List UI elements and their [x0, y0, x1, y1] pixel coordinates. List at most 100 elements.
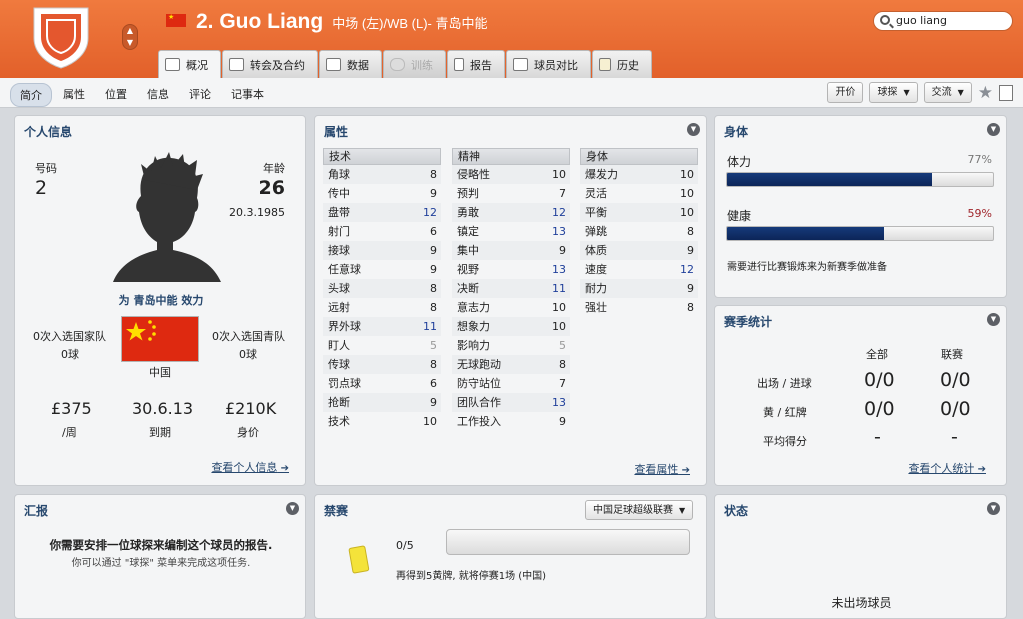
chevron-down-icon: ▼ [679, 506, 686, 515]
attribute-row: 盯人 5 [323, 336, 441, 355]
attribute-row: 意志力 10 [452, 298, 570, 317]
attribute-row: 影响力 5 [452, 336, 570, 355]
tab-history[interactable]: 历史 [592, 50, 652, 78]
attribute-value: 5 [559, 339, 566, 352]
attribute-name: 想象力 [457, 320, 490, 333]
mental-attributes: 精神 侵略性 10 预判 7 勇敢 12 镇定 13 集中 9 视野 13 决断 11 意志力 10 想象力 10… [452, 148, 570, 431]
panel-menu-icon[interactable]: ▼ [987, 123, 1000, 136]
player-position-club[interactable]: 中场 (左)/WB (L)- 青岛中能 [332, 16, 487, 31]
subnav-notebook[interactable]: 记事本 [222, 83, 273, 107]
attribute-row: 强壮 8 [580, 298, 698, 317]
attribute-name: 抢断 [328, 396, 350, 409]
attribute-row: 传中 9 [323, 184, 441, 203]
compare-icon [513, 58, 528, 71]
tab-stats[interactable]: 数据 [319, 50, 382, 78]
attribute-name: 传球 [328, 358, 350, 371]
tab-label: 概况 [186, 58, 208, 72]
report-hint: 你可以通过 "球探" 菜单来完成这项任务. [71, 558, 251, 569]
arrow-right-icon: ➔ [974, 464, 986, 475]
chevron-down-icon: ▼ [903, 88, 910, 97]
bid-label: 开价 [835, 87, 856, 98]
panel-menu-icon[interactable]: ▼ [987, 313, 1000, 326]
attribute-row: 视野 13 [452, 260, 570, 279]
panel-title: 身体 [724, 125, 749, 139]
interact-dropdown[interactable]: 交流 ▼ [923, 82, 972, 103]
health-bar [726, 226, 994, 241]
attribute-row: 决断 11 [452, 279, 570, 298]
attribute-row: 预判 7 [452, 184, 570, 203]
yellow-card-count: 0/5 [396, 539, 414, 552]
attribute-name: 盘带 [328, 206, 350, 219]
attribute-name: 速度 [585, 263, 607, 276]
panel-menu-icon[interactable]: ▼ [687, 123, 700, 136]
subnav-attributes[interactable]: 属性 [54, 83, 94, 107]
attribute-value: 12 [423, 206, 437, 219]
arrow-right-icon: ➔ [277, 463, 289, 474]
attribute-value: 9 [430, 244, 437, 257]
notes-icon[interactable] [999, 84, 1013, 101]
view-personal-info-link[interactable]: 查看个人信息 ➔ [211, 459, 289, 475]
attribute-row: 集中 9 [452, 241, 570, 260]
search-input[interactable]: guo liang [873, 11, 1013, 31]
attribute-name: 任意球 [328, 263, 361, 276]
subnav-comments[interactable]: 评论 [180, 83, 220, 107]
china-flag-stars [126, 320, 156, 341]
tab-compare[interactable]: 球员对比 [506, 50, 591, 78]
report-icon [454, 58, 464, 71]
expiry-label: 到期 [149, 426, 171, 439]
nation-name[interactable]: 中国 [149, 364, 171, 380]
attribute-value: 9 [430, 263, 437, 276]
attribute-name: 盯人 [328, 339, 350, 352]
contract-expiry: 30.6.13 [132, 399, 194, 418]
attribute-value: 13 [552, 263, 566, 276]
report-message: 你需要安排一位球探来编制这个球员的报告. [49, 538, 273, 552]
subnav-info[interactable]: 信息 [138, 83, 178, 107]
attribute-value: 11 [423, 320, 437, 333]
attribute-name: 射门 [328, 225, 350, 238]
scout-dropdown[interactable]: 球探 ▼ [869, 82, 918, 103]
attribute-name: 体质 [585, 244, 607, 257]
player-header: ▲▼ 2. Guo Liang 中场 (左)/WB (L)- 青岛中能 guo … [0, 0, 1023, 78]
attribute-row: 体质 9 [580, 241, 698, 260]
tab-overview[interactable]: 概况 [158, 50, 221, 78]
view-attributes-link[interactable]: 查看属性 ➔ [634, 461, 690, 477]
bid-button[interactable]: 开价 [827, 82, 864, 103]
cards-all: 0/0 [864, 398, 895, 420]
column-all: 全部 [866, 348, 888, 361]
link-label: 查看个人信息 [211, 461, 278, 474]
panel-menu-icon[interactable]: ▼ [286, 502, 299, 515]
attribute-name: 预判 [457, 187, 479, 200]
youth-caps: 0次入选国青队 [212, 330, 285, 343]
tab-label: 报告 [470, 58, 492, 72]
competition-dropdown[interactable]: 中国足球超级联赛 ▼ [585, 500, 694, 520]
attribute-value: 6 [430, 377, 437, 390]
view-stats-link[interactable]: 查看个人统计 ➔ [908, 460, 986, 476]
plays-for-link[interactable]: 为 青岛中能 效力 [15, 292, 307, 308]
attribute-name: 技术 [328, 415, 350, 428]
attribute-name: 头球 [328, 282, 350, 295]
attribute-row: 镇定 13 [452, 222, 570, 241]
status-text: 未出场球员 [831, 596, 892, 610]
report-panel: 汇报 ▼ 你需要安排一位球探来编制这个球员的报告. 你可以通过 "球探" 菜单来… [14, 494, 306, 619]
apps-goals-label: 出场 / 进球 [757, 377, 812, 390]
attribute-row: 盘带 12 [323, 203, 441, 222]
subnav-profile[interactable]: 简介 [10, 83, 52, 107]
attribute-row: 头球 8 [323, 279, 441, 298]
attribute-name: 爆发力 [585, 168, 618, 181]
tab-report[interactable]: 报告 [447, 50, 505, 78]
tab-contract[interactable]: 转会及合约 [222, 50, 318, 78]
attribute-name: 平衡 [585, 206, 607, 219]
avg-rating-league: - [951, 426, 958, 448]
panel-title: 个人信息 [24, 125, 73, 139]
health-bar-fill [727, 227, 884, 240]
attribute-name: 界外球 [328, 320, 361, 333]
player-switch-stepper[interactable]: ▲ ▼ [122, 24, 138, 50]
panel-menu-icon[interactable]: ▼ [987, 502, 1000, 515]
market-value: £210K [225, 399, 277, 418]
attribute-value: 6 [430, 225, 437, 238]
subnav-positions[interactable]: 位置 [96, 83, 136, 107]
attribute-value: 5 [430, 339, 437, 352]
star-icon[interactable]: ★ [978, 83, 993, 103]
chevron-down-icon: ▼ [957, 88, 964, 97]
attribute-row: 团队合作 13 [452, 393, 570, 412]
